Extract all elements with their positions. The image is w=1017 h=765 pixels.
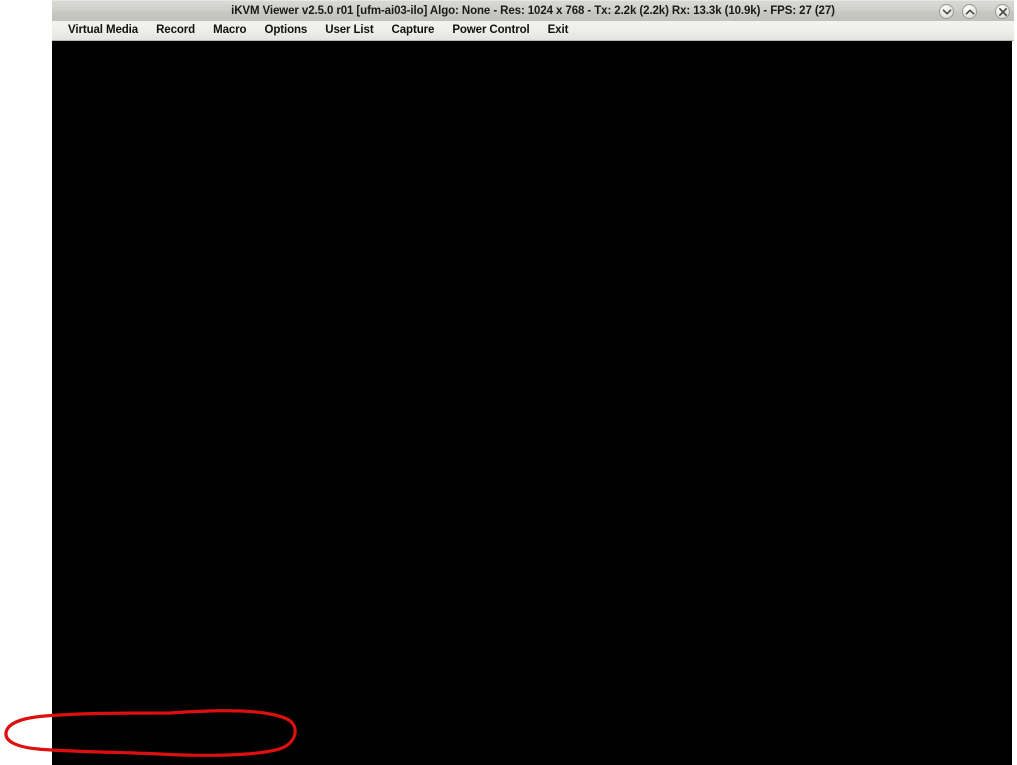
- ikvm-viewer-window: iKVM Viewer v2.5.0 r01 [ufm-ai03-ilo] Al…: [52, 0, 1014, 765]
- menu-item-exit[interactable]: Exit: [539, 21, 578, 40]
- window-title-bar: iKVM Viewer v2.5.0 r01 [ufm-ai03-ilo] Al…: [52, 0, 1014, 21]
- remote-console-screen[interactable]: Sent SIGKILL to all processes: [52, 41, 1012, 765]
- menu-item-record[interactable]: Record: [147, 21, 204, 40]
- close-x-icon: [998, 7, 1007, 16]
- minimize-button[interactable]: [939, 4, 954, 19]
- screenshot-root: iKVM Viewer v2.5.0 r01 [ufm-ai03-ilo] Al…: [0, 0, 1017, 765]
- menu-item-power-control[interactable]: Power Control: [443, 21, 538, 40]
- close-button[interactable]: [995, 4, 1010, 19]
- menu-item-capture[interactable]: Capture: [383, 21, 444, 40]
- window-controls: [939, 1, 1010, 22]
- menu-item-user-list[interactable]: User List: [316, 21, 382, 40]
- menu-bar: Virtual Media Record Macro Options User …: [52, 21, 1014, 41]
- menu-item-options[interactable]: Options: [255, 21, 316, 40]
- menu-item-macro[interactable]: Macro: [204, 21, 255, 40]
- chevron-down-icon: [942, 8, 951, 15]
- maximize-button[interactable]: [962, 4, 977, 19]
- window-title-text: iKVM Viewer v2.5.0 r01 [ufm-ai03-ilo] Al…: [231, 4, 835, 17]
- menu-item-virtual-media[interactable]: Virtual Media: [59, 21, 147, 40]
- chevron-up-icon: [965, 8, 974, 15]
